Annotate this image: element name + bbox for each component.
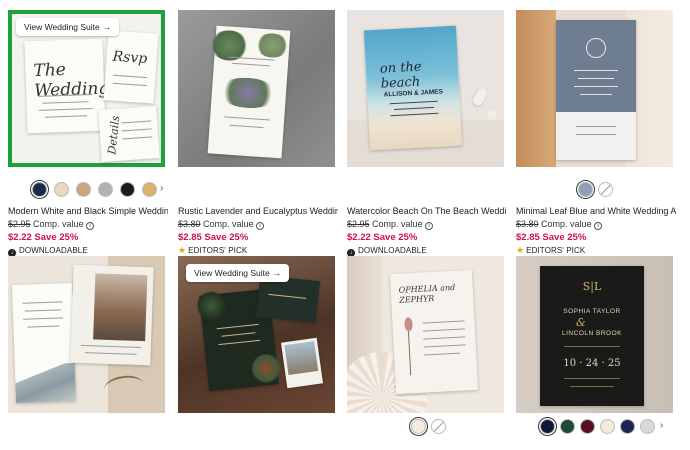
card-script-text: Rsvp bbox=[112, 48, 148, 68]
discount-label: Save 25% bbox=[542, 232, 587, 243]
card-monogram: S|L bbox=[582, 280, 602, 293]
product-info: Rustic Lavender and Eucalyptus Weddin...… bbox=[178, 205, 338, 257]
suite-button-label: View Wedding Suite bbox=[194, 268, 270, 278]
original-price: $3.80 bbox=[516, 219, 539, 229]
suite-button-label: View Wedding Suite bbox=[24, 22, 100, 32]
badge-label: EDITORS' PICK bbox=[526, 246, 586, 255]
comp-value: $3.80 Comp. value i bbox=[178, 218, 338, 231]
color-swatch[interactable] bbox=[32, 182, 47, 197]
star-icon: ★ bbox=[178, 245, 187, 255]
sale-price: $2.22 bbox=[8, 232, 32, 243]
color-swatches bbox=[516, 181, 673, 199]
product-info: Modern White and Black Simple Wedding...… bbox=[8, 205, 168, 257]
color-swatch[interactable] bbox=[580, 419, 595, 434]
star-icon: ★ bbox=[516, 245, 525, 255]
product-image[interactable] bbox=[516, 10, 673, 167]
comp-label: Comp. value bbox=[203, 219, 254, 229]
product-info: Minimal Leaf Blue and White Wedding All.… bbox=[516, 205, 676, 257]
color-swatch[interactable] bbox=[600, 419, 615, 434]
invitation-card-art: The Wedding bbox=[24, 38, 110, 134]
rsvp-card-art: Rsvp bbox=[103, 30, 159, 104]
product-image[interactable]: S|L SOPHIA TAYLOR & LINCOLN BROOK 10 · 2… bbox=[516, 256, 673, 413]
sale-price-row: $2.22 Save 25% bbox=[8, 231, 168, 244]
sale-price: $2.85 bbox=[516, 232, 540, 243]
badge-label: DOWNLOADABLE bbox=[19, 246, 88, 255]
color-swatch[interactable] bbox=[54, 182, 69, 197]
product-image[interactable] bbox=[178, 10, 335, 167]
sale-price: $2.22 bbox=[347, 232, 371, 243]
product-image[interactable] bbox=[8, 256, 165, 413]
original-price: $2.95 bbox=[347, 219, 370, 229]
invitation-card-art: S|L SOPHIA TAYLOR & LINCOLN BROOK 10 · 2… bbox=[540, 266, 644, 406]
comp-value: $2.95 Comp. value i bbox=[8, 218, 168, 231]
chevron-right-icon[interactable]: › bbox=[660, 420, 663, 431]
color-swatch[interactable] bbox=[578, 182, 593, 197]
sale-price-row: $2.85 Save 25% bbox=[516, 231, 676, 244]
color-swatch[interactable] bbox=[620, 419, 635, 434]
view-wedding-suite-button[interactable]: View Wedding Suite → bbox=[16, 18, 120, 36]
color-swatch[interactable] bbox=[76, 182, 91, 197]
invitation-card-art bbox=[207, 25, 291, 159]
view-wedding-suite-button[interactable]: View Wedding Suite → bbox=[186, 264, 290, 282]
no-color-swatch[interactable] bbox=[598, 182, 613, 197]
sale-price-row: $2.22 Save 25% bbox=[347, 231, 507, 244]
color-swatch[interactable] bbox=[98, 182, 113, 197]
comp-label: Comp. value bbox=[372, 219, 423, 229]
color-swatch[interactable] bbox=[120, 182, 135, 197]
card-script-text: Details bbox=[105, 114, 123, 156]
envelope-art bbox=[255, 274, 321, 324]
discount-label: Save 25% bbox=[204, 232, 249, 243]
invitation-card-art bbox=[11, 282, 77, 404]
card-names-text: SOPHIA TAYLOR bbox=[563, 308, 621, 315]
product-info: Watercolor Beach On The Beach Weddin... … bbox=[347, 205, 507, 257]
sale-price-row: $2.85 Save 25% bbox=[178, 231, 338, 244]
photo-card-art bbox=[280, 337, 324, 389]
badge-label: EDITORS' PICK bbox=[188, 246, 248, 255]
discount-label: Save 25% bbox=[34, 232, 79, 243]
color-swatch[interactable] bbox=[640, 419, 655, 434]
product-title[interactable]: Modern White and Black Simple Wedding... bbox=[8, 205, 168, 217]
product-image[interactable]: OPHELIA and ZEPHYR bbox=[347, 256, 504, 413]
photo-card-art bbox=[70, 264, 154, 366]
invitation-card-art: on the beach ALLISON & JAMES bbox=[363, 25, 463, 151]
comp-label: Comp. value bbox=[541, 219, 592, 229]
comp-value: $3.80 Comp. value i bbox=[516, 218, 676, 231]
invitation-card-art: OPHELIA and ZEPHYR bbox=[389, 269, 479, 395]
info-icon[interactable]: i bbox=[425, 222, 434, 230]
card-script-text: on the beach bbox=[379, 59, 422, 92]
original-price: $3.80 bbox=[178, 219, 201, 229]
arrow-right-icon: → bbox=[272, 268, 282, 278]
product-title[interactable]: Minimal Leaf Blue and White Wedding All.… bbox=[516, 205, 676, 217]
details-card-art: Details bbox=[98, 106, 160, 162]
color-swatch[interactable] bbox=[411, 419, 426, 434]
info-icon[interactable]: i bbox=[86, 222, 95, 230]
comp-label: Comp. value bbox=[33, 219, 84, 229]
color-swatch[interactable] bbox=[142, 182, 157, 197]
original-price: $2.95 bbox=[8, 219, 31, 229]
product-title[interactable]: Rustic Lavender and Eucalyptus Weddin... bbox=[178, 205, 338, 217]
invitation-card-art bbox=[556, 20, 636, 160]
color-swatch[interactable] bbox=[560, 419, 575, 434]
color-swatch[interactable] bbox=[540, 419, 555, 434]
card-names-text: LINCOLN BROOK bbox=[562, 330, 622, 337]
card-date-text: 10 · 24 · 25 bbox=[563, 358, 621, 369]
sale-price: $2.85 bbox=[178, 232, 202, 243]
info-icon[interactable]: i bbox=[594, 222, 603, 230]
product-image[interactable]: View Wedding Suite → bbox=[178, 256, 335, 413]
no-color-swatch[interactable] bbox=[431, 419, 446, 434]
info-icon[interactable]: i bbox=[256, 222, 265, 230]
product-image[interactable]: The Wedding Rsvp Details View Wedding Su… bbox=[8, 10, 165, 167]
color-swatches: › bbox=[8, 181, 165, 199]
product-image[interactable]: on the beach ALLISON & JAMES bbox=[347, 10, 504, 167]
color-swatches bbox=[347, 418, 504, 436]
product-title[interactable]: Watercolor Beach On The Beach Weddin... bbox=[347, 205, 507, 217]
comp-value: $2.95 Comp. value i bbox=[347, 218, 507, 231]
card-names-text: OPHELIA and ZEPHYR bbox=[398, 282, 456, 305]
badge-label: DOWNLOADABLE bbox=[358, 246, 427, 255]
color-swatches: › bbox=[516, 418, 673, 436]
discount-label: Save 25% bbox=[373, 232, 418, 243]
chevron-right-icon[interactable]: › bbox=[160, 183, 163, 194]
arrow-right-icon: → bbox=[102, 22, 112, 32]
